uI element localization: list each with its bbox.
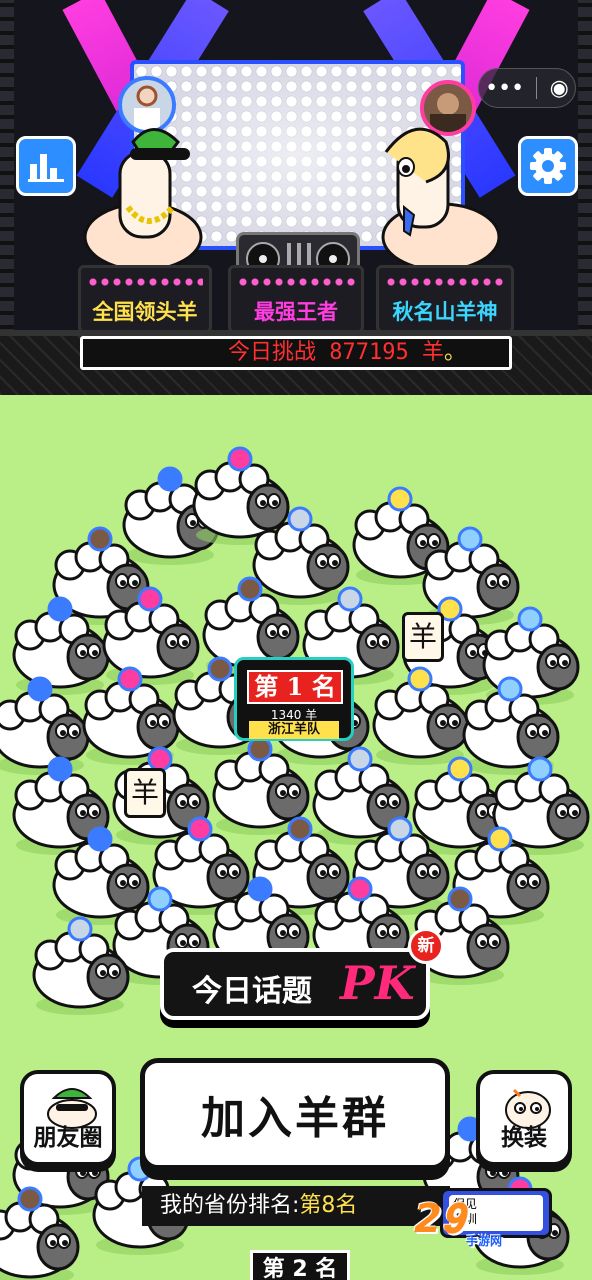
podium-lights <box>237 274 355 290</box>
moments-share-button[interactable]: 朋友圈 <box>20 1070 116 1166</box>
record-circle-icon[interactable]: ◉ <box>550 76 569 101</box>
bar-chart-icon <box>28 154 64 182</box>
topic-pk-button[interactable]: 今日话题 PK <box>160 948 430 1020</box>
podium-first: 全国领头羊 <box>78 265 212 333</box>
dress-up-label: 换装 <box>501 1125 547 1151</box>
new-badge: 新 <box>408 928 444 964</box>
ticker-text: 今日挑战 877195 羊 <box>228 340 444 365</box>
yang-tile: 羊 <box>402 612 444 662</box>
podium-lights <box>385 274 505 290</box>
team-rank-badge[interactable]: 第 1 名 1340 羊 浙江羊队 <box>234 657 354 741</box>
stage-area: ••• ◉ 全国领头羊 最强王者 秋名山羊神 今日挑战 877195 羊。 <box>0 0 592 395</box>
topic-title: 今日话题 <box>192 974 312 1009</box>
join-flock-button[interactable]: 加入羊群 <box>140 1058 450 1170</box>
ticker-suffix: 。 <box>443 340 466 365</box>
miniprogram-capsule: ••• ◉ <box>478 68 576 108</box>
team-name: 浙江羊队 <box>249 721 339 739</box>
yang-tile: 羊 <box>124 768 166 818</box>
leaderboard-button[interactable] <box>16 136 76 196</box>
moments-label: 朋友圈 <box>33 1125 103 1151</box>
champion-llama-sunglasses <box>83 128 203 272</box>
province-rank-label: 我的省份排名: <box>160 1193 300 1218</box>
podium-third: 秋名山羊神 <box>376 265 514 333</box>
settings-button[interactable] <box>518 136 578 196</box>
podium-label: 秋名山羊神 <box>392 300 498 324</box>
pk-text: PK <box>340 956 415 1010</box>
dress-up-button[interactable]: 换装 <box>476 1070 572 1166</box>
runnerup-llama-tie <box>381 127 501 272</box>
podium-label: 最强王者 <box>254 300 338 324</box>
next-rank-tab[interactable]: 第 2 名 <box>250 1250 350 1280</box>
podium-lights <box>87 274 203 290</box>
site-watermark: 2𝟗 手游网 <box>414 1196 502 1248</box>
capsule-divider <box>536 77 538 99</box>
join-flock-label: 加入羊群 <box>201 1093 389 1144</box>
watermark-sub: 手游网 <box>466 1234 503 1248</box>
province-rank-bar[interactable]: 我的省份排名:第8名 <box>142 1186 450 1226</box>
crowd-sheep <box>32 916 130 1015</box>
rank-title: 第 1 名 <box>247 670 343 704</box>
player-info-line: 深圳 <box>453 1212 478 1226</box>
more-dots-icon[interactable]: ••• <box>485 76 524 101</box>
watermark-brand: 2𝟗 <box>414 1196 465 1242</box>
player-info-line: 保见 <box>453 1197 478 1211</box>
challenge-ticker: 今日挑战 877195 羊。 <box>80 336 512 370</box>
province-rank-value: 第8名 <box>299 1193 358 1218</box>
gear-icon <box>530 148 566 184</box>
podium-second: 最强王者 <box>228 265 364 333</box>
podium-label: 全国领头羊 <box>92 300 198 324</box>
